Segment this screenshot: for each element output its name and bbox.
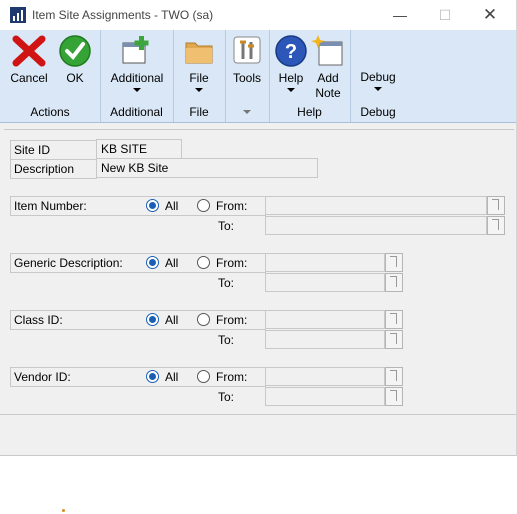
ribbon: Cancel OK Actions Additional Additional …	[0, 30, 516, 123]
generic-description-label: Generic Description:	[14, 256, 123, 270]
item-number-to-input[interactable]	[265, 216, 487, 235]
help-menu-button[interactable]: ? Help	[274, 34, 308, 92]
help-question-icon: ?	[275, 35, 307, 67]
vendor-id-from-radio[interactable]	[197, 370, 210, 383]
class-id-from-input[interactable]	[265, 310, 385, 329]
ok-check-icon	[59, 35, 91, 67]
ribbon-group-debug: Debug Debug	[350, 30, 406, 122]
class-id-to-label: To:	[218, 333, 235, 347]
class-id-from-label: From:	[216, 313, 248, 327]
header-divider	[4, 129, 514, 130]
item-number-all-radio[interactable]	[146, 199, 159, 212]
actions-group-label: Actions	[30, 105, 70, 119]
class-id-to-input[interactable]	[265, 330, 385, 349]
minimize-button[interactable]: —	[389, 4, 411, 26]
file-menu-button[interactable]: File	[181, 34, 217, 92]
generic-description-to-lookup-icon[interactable]	[385, 273, 403, 292]
generic-description-from-label: From:	[216, 256, 248, 270]
item-number-from-label: From:	[216, 199, 248, 213]
file-group-label: File	[189, 105, 209, 119]
maximize-button[interactable]: ☐	[434, 4, 456, 26]
additional-window-icon	[122, 36, 149, 64]
vendor-id-from-input[interactable]	[265, 367, 385, 386]
ribbon-group-actions: Cancel OK Actions	[0, 30, 101, 122]
cancel-button[interactable]: Cancel	[8, 34, 50, 86]
class-id-from-lookup-icon[interactable]	[385, 310, 403, 329]
tools-icon	[233, 36, 261, 64]
item-number-from-radio[interactable]	[197, 199, 210, 212]
tools-group-caret-icon	[225, 108, 269, 119]
vendor-id-from-label: From:	[216, 370, 248, 384]
help-group-label: Help	[297, 105, 322, 119]
ribbon-group-additional: Additional Additional	[100, 30, 174, 122]
ribbon-group-file: File File	[173, 30, 226, 122]
cancel-icon	[12, 35, 46, 67]
ribbon-group-help: ? Help Add Note Help	[269, 30, 351, 122]
description-label: Description	[10, 159, 97, 179]
generic-description-to-label: To:	[218, 276, 235, 290]
app-icon	[10, 7, 26, 23]
vendor-id-to-label: To:	[218, 390, 235, 404]
title-bar: Item Site Assignments - TWO (sa) — ☐ ✕	[0, 0, 516, 30]
description-field[interactable]: New KB Site	[96, 158, 318, 178]
generic-description-from-lookup-icon[interactable]	[385, 253, 403, 272]
generic-description-to-input[interactable]	[265, 273, 385, 292]
generic-description-from-input[interactable]	[265, 253, 385, 272]
item-number-from-lookup-icon[interactable]	[487, 196, 505, 215]
window-title: Item Site Assignments - TWO (sa)	[32, 8, 214, 22]
ribbon-group-tools: Tools	[225, 30, 270, 122]
folder-icon	[185, 42, 213, 64]
vendor-id-to-lookup-icon[interactable]	[385, 387, 403, 406]
additional-menu-button[interactable]: Additional	[104, 34, 170, 92]
close-button[interactable]: ✕	[479, 4, 501, 26]
add-note-icon	[311, 35, 343, 66]
vendor-id-from-lookup-icon[interactable]	[385, 367, 403, 386]
vendor-id-all-radio[interactable]	[146, 370, 159, 383]
generic-description-all-label: All	[165, 256, 179, 270]
item-site-assignments-window: Item Site Assignments - TWO (sa) — ☐ ✕ C…	[0, 0, 517, 456]
item-number-label: Item Number:	[14, 199, 87, 213]
status-bar	[0, 414, 516, 455]
class-id-from-radio[interactable]	[197, 313, 210, 326]
class-id-all-label: All	[165, 313, 179, 327]
svg-text:?: ?	[285, 41, 297, 63]
item-number-to-label: To:	[218, 219, 235, 233]
ok-button[interactable]: OK	[56, 34, 94, 86]
add-note-button[interactable]: Add Note	[310, 34, 346, 101]
debug-menu-button[interactable]: Debug	[356, 70, 400, 91]
cursor-dot	[62, 509, 65, 512]
generic-description-from-radio[interactable]	[197, 256, 210, 269]
class-id-to-lookup-icon[interactable]	[385, 330, 403, 349]
vendor-id-all-label: All	[165, 370, 179, 384]
item-number-all-label: All	[165, 199, 179, 213]
class-id-all-radio[interactable]	[146, 313, 159, 326]
site-id-label: Site ID	[10, 140, 97, 160]
generic-description-all-radio[interactable]	[146, 256, 159, 269]
tools-menu-button[interactable]: Tools	[229, 34, 265, 86]
additional-group-label: Additional	[110, 105, 163, 119]
debug-group-label: Debug	[360, 105, 396, 119]
site-id-field[interactable]: KB SITE	[96, 139, 182, 159]
item-number-from-input[interactable]	[265, 196, 487, 215]
item-number-to-lookup-icon[interactable]	[487, 216, 505, 235]
class-id-label: Class ID:	[14, 313, 63, 327]
vendor-id-label: Vendor ID:	[14, 370, 71, 384]
vendor-id-to-input[interactable]	[265, 387, 385, 406]
